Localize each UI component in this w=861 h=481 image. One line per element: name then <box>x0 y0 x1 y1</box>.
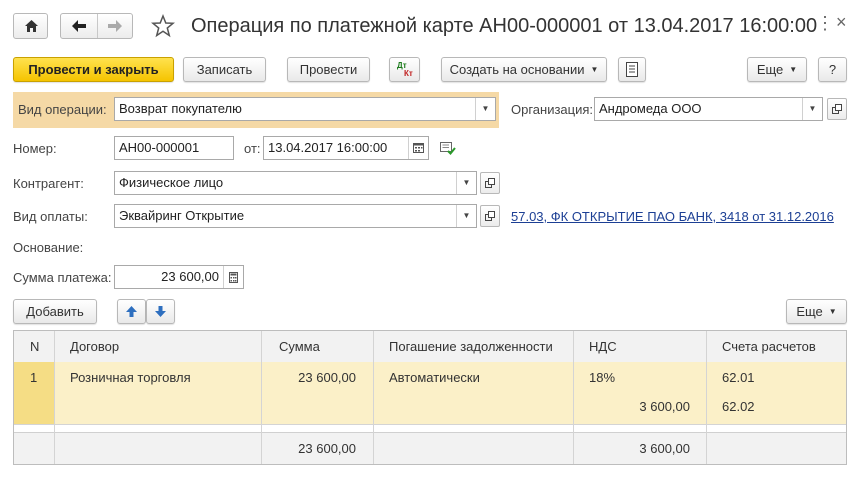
amount-value: 23 600,00 <box>161 269 219 284</box>
chevron-down-icon: ▼ <box>828 307 837 316</box>
more-button[interactable]: Еще ▼ <box>747 57 807 82</box>
open-counterparty-button[interactable] <box>480 172 500 194</box>
column-header-contract[interactable]: Договор <box>70 339 119 355</box>
contract-cell[interactable]: Розничная торговля <box>70 370 191 386</box>
column-header-n[interactable]: N <box>30 339 39 355</box>
counterparty-value: Физическое лицо <box>119 175 224 190</box>
home-icon <box>25 20 38 32</box>
open-icon <box>485 178 495 188</box>
column-header-repayment[interactable]: Погашение задолженности <box>389 339 553 355</box>
number-label: Номер: <box>13 141 57 156</box>
chevron-down-icon[interactable]: ▼ <box>456 205 476 227</box>
dt-kt-button[interactable]: Дт Кт <box>389 57 420 82</box>
column-divider <box>373 331 374 464</box>
add-row-button[interactable]: Добавить <box>13 299 97 324</box>
chevron-down-icon[interactable]: ▼ <box>475 98 495 120</box>
sum-cell[interactable]: 23 600,00 <box>260 370 356 386</box>
open-icon <box>485 211 495 221</box>
amount-input[interactable]: 23 600,00 <box>114 265 244 289</box>
table-footer <box>14 432 846 464</box>
row-divider <box>14 424 846 425</box>
column-header-sum[interactable]: Сумма <box>279 339 320 355</box>
settlements-table: N Договор Сумма Погашение задолженности … <box>13 330 847 465</box>
kt-label: Кт <box>404 69 413 78</box>
open-payment-type-button[interactable] <box>480 205 500 227</box>
account-cell-1[interactable]: 62.01 <box>722 370 755 386</box>
footer-sum-total: 23 600,00 <box>298 441 356 456</box>
organization-select[interactable]: Андромеда ООО ▼ <box>594 97 823 121</box>
operation-type-value: Возврат покупателю <box>119 101 242 116</box>
payment-type-value: Эквайринг Открытие <box>119 208 245 223</box>
organization-label: Организация: <box>511 102 594 117</box>
posted-document-icon <box>440 142 456 155</box>
open-icon <box>832 104 842 114</box>
counterparty-label: Контрагент: <box>13 176 84 191</box>
window-title: Операция по платежной карте АН00-000001 … <box>191 15 818 37</box>
column-header-vat[interactable]: НДС <box>589 339 617 355</box>
chevron-down-icon[interactable]: ▼ <box>456 172 476 194</box>
operation-type-label: Вид операции: <box>18 102 107 117</box>
column-divider <box>706 331 707 464</box>
post-button[interactable]: Провести <box>287 57 370 82</box>
row-number: 1 <box>30 370 38 385</box>
help-button[interactable]: ? <box>818 57 847 82</box>
counterparty-select[interactable]: Физическое лицо ▼ <box>114 171 477 195</box>
calendar-icon[interactable] <box>408 137 428 159</box>
close-icon[interactable]: × <box>836 12 847 32</box>
payment-type-select[interactable]: Эквайринг Открытие ▼ <box>114 204 477 228</box>
column-divider <box>261 331 262 464</box>
date-label: от: <box>244 141 261 156</box>
save-button[interactable]: Записать <box>183 57 266 82</box>
create-based-on-button[interactable]: Создать на основании ▼ <box>441 57 607 82</box>
more-label: Еще <box>756 62 784 77</box>
menu-dots-icon[interactable]: ⋮ <box>816 14 834 32</box>
column-divider <box>573 331 574 464</box>
post-and-close-button[interactable]: Провести и закрыть <box>13 57 174 82</box>
arrow-down-icon <box>155 306 166 317</box>
account-cell-2[interactable]: 62.02 <box>722 399 755 415</box>
chevron-down-icon[interactable]: ▼ <box>802 98 822 120</box>
arrow-right-icon <box>108 20 122 32</box>
calculator-icon[interactable] <box>223 266 243 288</box>
create-based-on-label: Создать на основании <box>449 62 585 77</box>
basis-label: Основание: <box>13 240 84 255</box>
column-divider <box>54 331 55 464</box>
footer-vat-total: 3 600,00 <box>639 441 690 456</box>
number-input[interactable]: АН00-000001 <box>114 136 234 160</box>
repayment-cell[interactable]: Автоматически <box>389 370 480 386</box>
open-organization-button[interactable] <box>827 98 847 120</box>
date-value: 13.04.2017 16:00:00 <box>268 140 388 155</box>
nav-back-forward <box>60 13 133 39</box>
home-button[interactable] <box>13 13 48 39</box>
column-header-accounts[interactable]: Счета расчетов <box>722 339 816 355</box>
date-input[interactable]: 13.04.2017 16:00:00 <box>263 136 429 160</box>
chevron-down-icon: ▼ <box>789 65 798 74</box>
arrow-up-icon <box>126 306 137 317</box>
dt-kt-icon: Дт Кт <box>396 61 414 79</box>
table-more-label: Еще <box>796 304 823 319</box>
print-report-button[interactable] <box>618 57 646 82</box>
chevron-down-icon: ▼ <box>590 65 599 74</box>
move-up-button[interactable] <box>117 299 146 324</box>
operation-type-select[interactable]: Возврат покупателю ▼ <box>114 97 496 121</box>
amount-label: Сумма платежа: <box>13 270 112 285</box>
forward-button[interactable] <box>97 14 133 38</box>
arrow-left-icon <box>72 20 86 32</box>
back-button[interactable] <box>61 14 98 38</box>
favorite-star-icon[interactable] <box>151 14 175 38</box>
document-icon <box>626 62 638 77</box>
vat-amount-cell[interactable]: 3 600,00 <box>584 399 690 415</box>
table-more-button[interactable]: Еще ▼ <box>786 299 847 324</box>
vat-rate-cell[interactable]: 18% <box>589 370 615 386</box>
organization-value: Андромеда ООО <box>599 101 702 116</box>
move-down-button[interactable] <box>146 299 175 324</box>
payment-type-label: Вид оплаты: <box>13 209 88 224</box>
bank-account-link[interactable]: 57.03, ФК ОТКРЫТИЕ ПАО БАНК, 3418 от 31.… <box>511 209 834 225</box>
